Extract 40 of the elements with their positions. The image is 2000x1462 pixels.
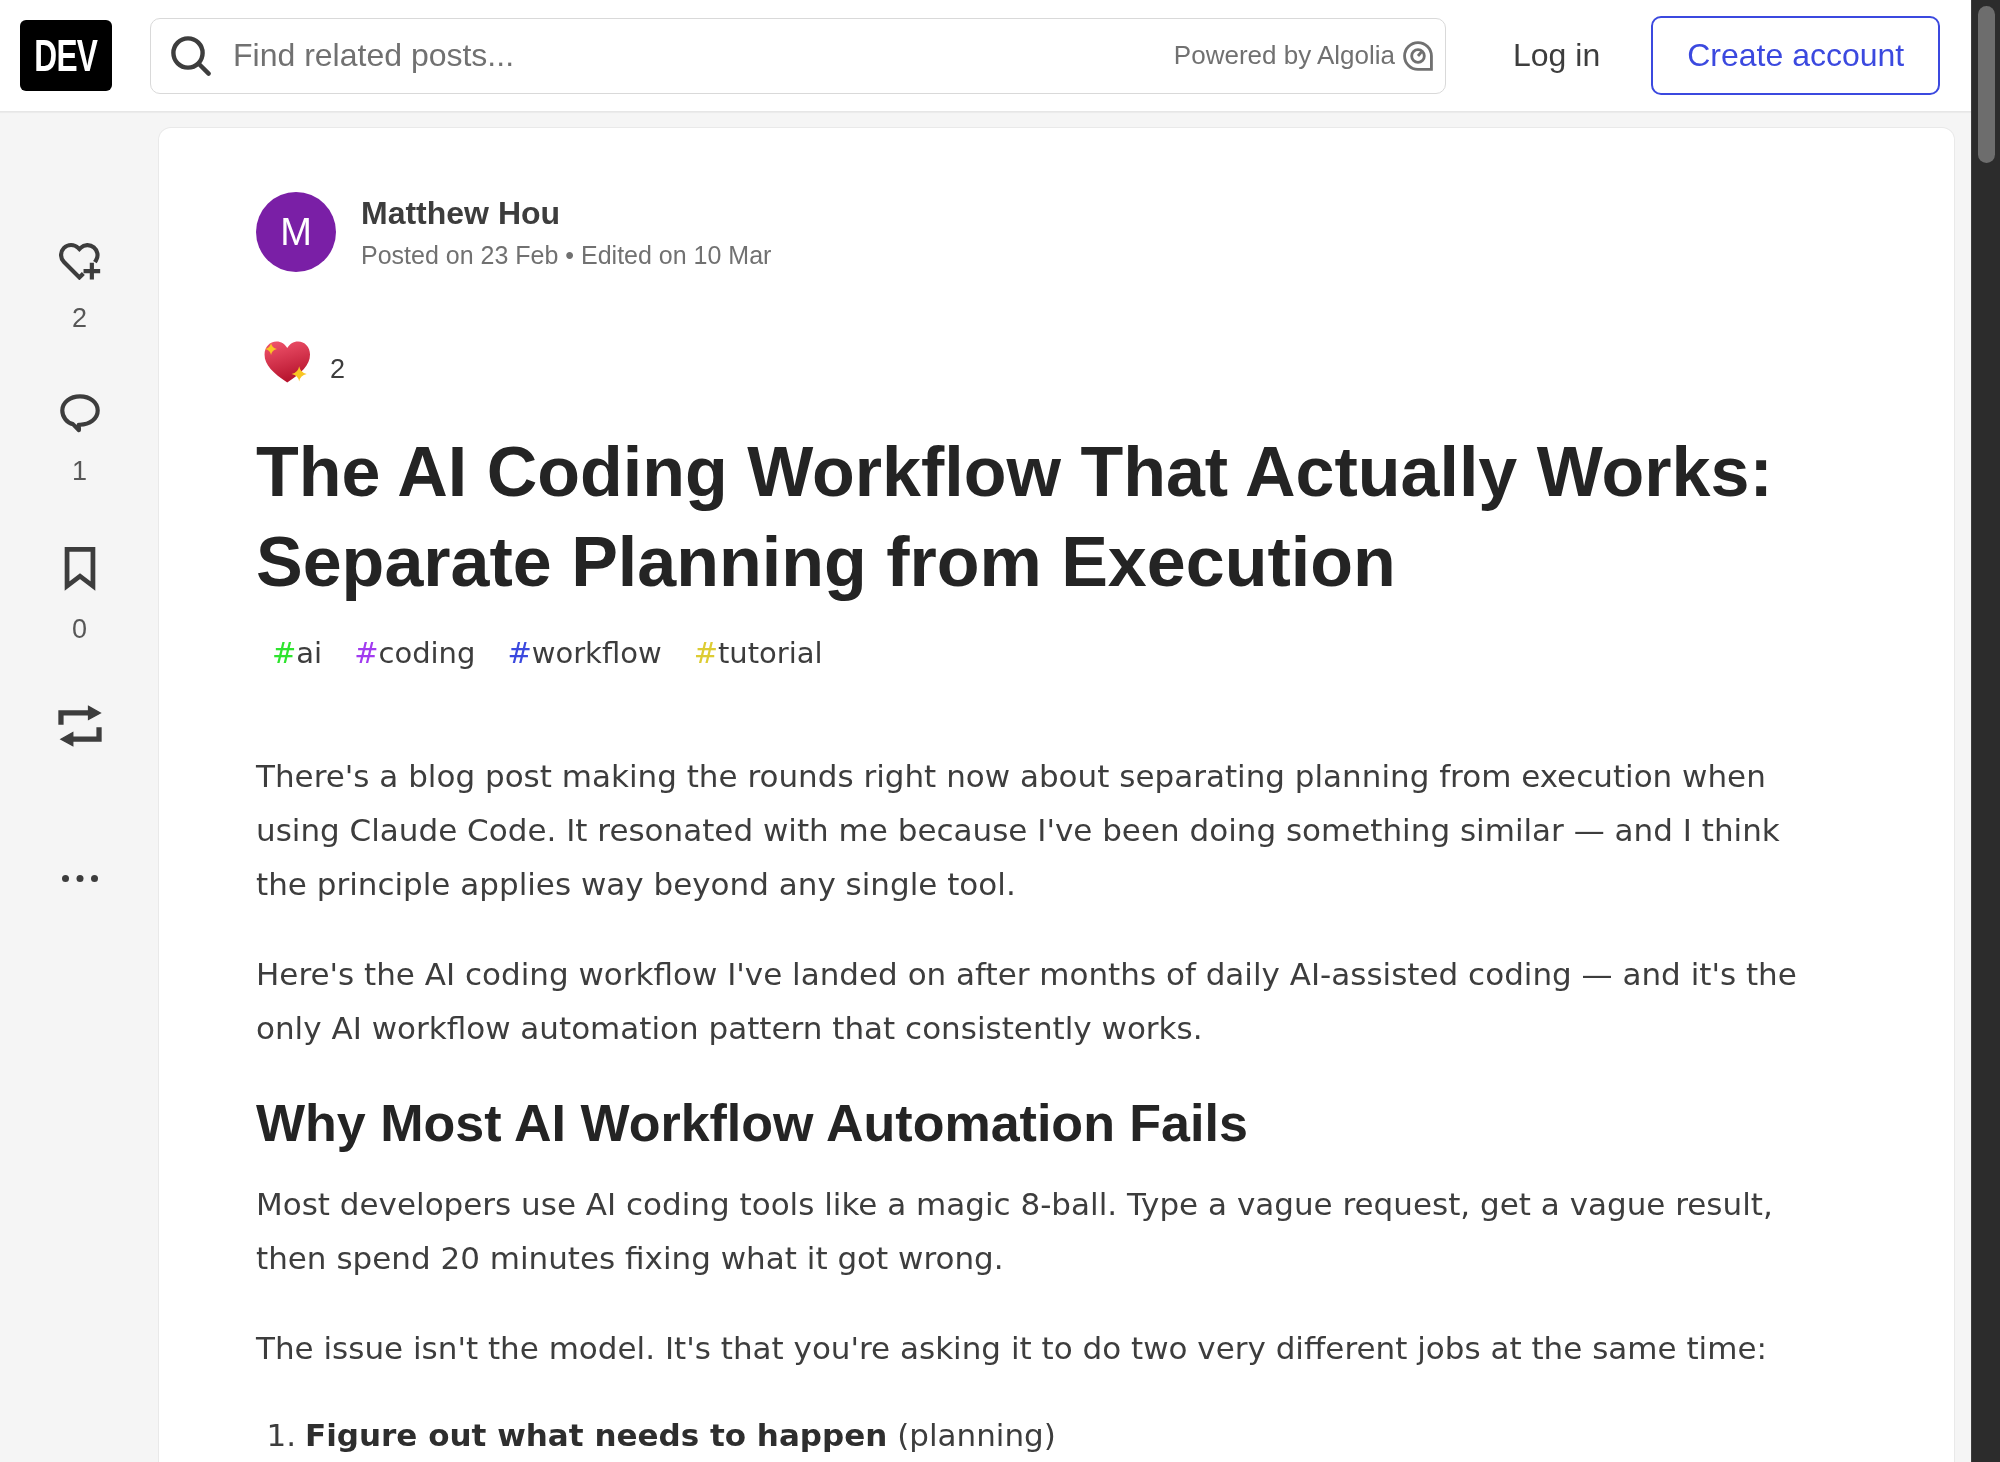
like-button[interactable]: 2 <box>58 242 101 336</box>
comment-button[interactable]: 1 <box>59 394 100 489</box>
reaction-count: 2 <box>330 353 346 385</box>
dev-logo[interactable]: DEV <box>20 20 112 91</box>
repeat-arrows-icon <box>57 705 102 747</box>
heart-plus-icon <box>58 242 101 280</box>
create-account-button[interactable]: Create account <box>1651 16 1941 95</box>
section-heading: Why Most AI Workflow Automation Fails <box>256 1093 1249 1154</box>
repost-button[interactable] <box>57 705 102 747</box>
post-meta: Posted on 23 Feb • Edited on 10 Mar <box>361 240 772 271</box>
tag-link[interactable]: #ai <box>256 629 339 677</box>
body-paragraph: Most developers use AI coding tools like a magic 8-ball. Type a vague request, get a vague result, then spend 20 minutes fixing what it got wrong. <box>256 1185 1774 1278</box>
body-paragraph: The issue isn't the model. It's that you're asking it to do two very different jobs at the same time: <box>256 1329 1768 1368</box>
article-title: The AI Coding Workflow That Actually Works: Separate Planning from Execution <box>256 432 1774 603</box>
author-name[interactable]: Matthew Hou <box>361 193 561 233</box>
search-icon <box>171 35 211 76</box>
login-button[interactable]: Log in <box>1487 16 1627 95</box>
tag-link[interactable]: #coding <box>338 629 492 677</box>
powered-by-text: Powered by Algolia <box>1173 40 1395 71</box>
more-button[interactable] <box>61 875 98 882</box>
tag-hash: # <box>507 636 532 670</box>
bookmark-button[interactable]: 0 <box>63 547 96 647</box>
tag-hash: # <box>272 636 297 670</box>
three-dots-icon <box>61 875 98 882</box>
body-paragraph: There's a blog post making the rounds right now about separating planning from execution when using Claude Code. It resonated with me because I've been doing something similar — and I think the principle applies way beyond any single tool. <box>256 757 1781 904</box>
list-item-text: Figure out what needs to happen (planning) <box>305 1416 1056 1455</box>
sparkling-heart-icon <box>264 341 310 383</box>
tag-hash: # <box>354 636 379 670</box>
tag-link[interactable]: #tutorial <box>677 629 839 677</box>
search-field[interactable]: Find related posts... <box>233 31 1154 80</box>
search-bar[interactable]: Find related posts... Powered by Algolia <box>150 17 1446 94</box>
speech-bubble-icon <box>59 394 100 433</box>
logo-icon <box>1403 40 1433 71</box>
list-number: 1. <box>265 1416 296 1455</box>
bookmark-icon <box>63 547 96 591</box>
scrollbar-thumb[interactable] <box>1978 6 1995 163</box>
avatar[interactable]: M <box>256 192 336 272</box>
tag-hash: # <box>693 636 718 670</box>
body-paragraph: Here's the AI coding workflow I've landed on after months of daily AI-assisted coding — and it's the only AI workflow automation pattern that consistently works. <box>256 955 1798 1048</box>
tag-link[interactable]: #workflow <box>491 629 678 677</box>
